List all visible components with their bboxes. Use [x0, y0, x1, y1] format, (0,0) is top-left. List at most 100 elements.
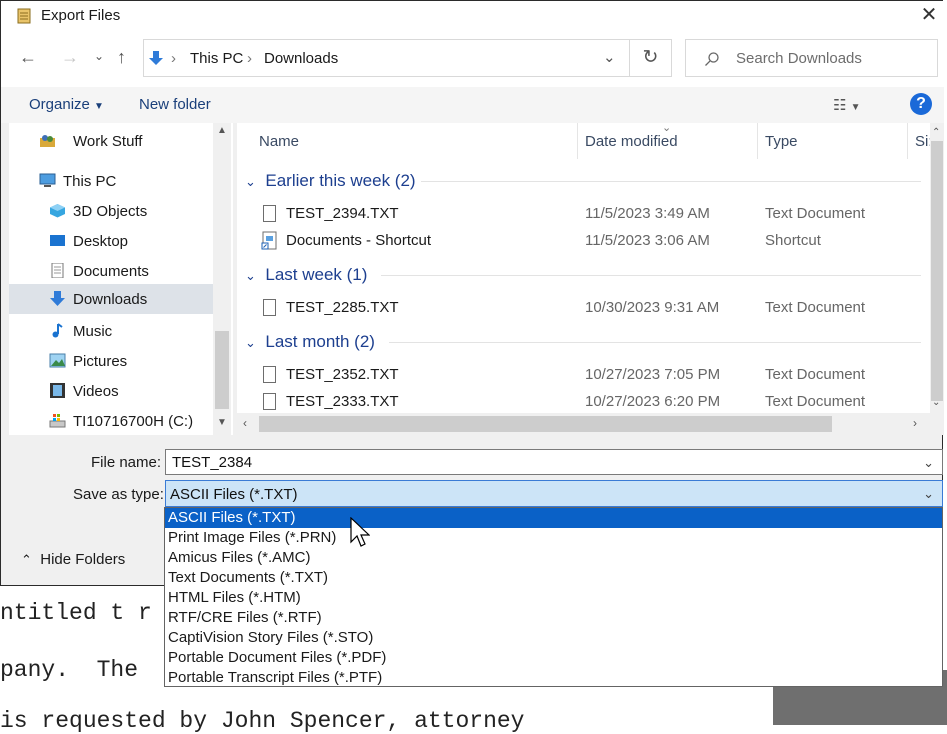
desktop-icon: [50, 235, 65, 246]
help-icon[interactable]: ?: [910, 93, 932, 115]
organize-button[interactable]: Organize ▼: [29, 96, 104, 113]
scroll-up-icon[interactable]: ▲: [217, 125, 227, 136]
file-row[interactable]: TEST_2285.TXT 10/30/2023 9:31 AM Text Do…: [257, 295, 937, 321]
sidebar-item-videos[interactable]: Videos: [9, 377, 219, 405]
file-date: 10/27/2023 7:05 PM: [585, 366, 721, 383]
option-label: CaptiVision Story Files (*.STO): [168, 629, 374, 646]
search-input[interactable]: Search Downloads: [685, 39, 938, 77]
save-as-type-label: Save as type:: [73, 486, 164, 503]
sidebar-item-music[interactable]: Music: [9, 317, 219, 345]
sidebar-item-label: 3D Objects: [73, 203, 148, 220]
option-label: Amicus Files (*.AMC): [168, 549, 311, 566]
file-name-value: TEST_2384: [172, 454, 253, 471]
recent-locations-chevron-icon[interactable]: ⌄: [94, 49, 104, 63]
file-name: TEST_2285.TXT: [286, 299, 399, 316]
dropdown-option[interactable]: Portable Transcript Files (*.PTF): [165, 668, 942, 688]
scroll-down-icon[interactable]: ⌄: [932, 397, 940, 408]
column-header-type[interactable]: Type: [765, 133, 798, 150]
dropdown-option[interactable]: Amicus Files (*.AMC): [165, 548, 942, 568]
dropdown-option[interactable]: RTF/CRE Files (*.RTF): [165, 608, 942, 628]
scroll-left-icon[interactable]: ‹: [243, 416, 247, 430]
dropdown-option[interactable]: Text Documents (*.TXT): [165, 568, 942, 588]
chevron-down-icon: ⌄: [245, 174, 256, 189]
column-separator[interactable]: [577, 123, 578, 159]
refresh-icon[interactable]: ↻: [630, 39, 672, 77]
dropdown-option[interactable]: HTML Files (*.HTM): [165, 588, 942, 608]
close-icon[interactable]: ✕: [917, 3, 941, 27]
file-date: 11/5/2023 3:06 AM: [585, 232, 710, 249]
address-bar[interactable]: › This PC › Downloads ⌄: [143, 39, 630, 77]
up-arrow-icon[interactable]: ↑: [117, 47, 126, 68]
sidebar-item-label: Music: [73, 323, 113, 340]
file-date: 10/30/2023 9:31 AM: [585, 299, 720, 316]
file-row[interactable]: TEST_2394.TXT 11/5/2023 3:49 AM Text Doc…: [257, 201, 937, 227]
mouse-pointer-icon: [350, 517, 370, 547]
shortcut-icon: [261, 231, 277, 250]
dropdown-option[interactable]: ASCII Files (*.TXT): [165, 508, 942, 528]
file-row[interactable]: TEST_2352.TXT 10/27/2023 7:05 PM Text Do…: [257, 362, 937, 388]
view-options-icon[interactable]: ☷ ▼: [833, 96, 861, 114]
hide-folders-button[interactable]: ⌃ Hide Folders: [21, 551, 125, 568]
dropdown-option[interactable]: Print Image Files (*.PRN): [165, 528, 942, 548]
file-name: Documents - Shortcut: [286, 232, 432, 249]
file-list: Name Date modified ⌄ Type Si: ⌄ Earlier …: [237, 123, 944, 435]
breadcrumb-downloads[interactable]: Downloads: [264, 50, 338, 67]
scroll-right-icon[interactable]: ›: [913, 416, 917, 430]
file-date: 10/27/2023 6:20 PM: [585, 393, 721, 410]
dialog-title: Export Files: [41, 7, 121, 24]
address-dropdown-chevron-icon[interactable]: ⌄: [603, 48, 616, 66]
column-separator[interactable]: [907, 123, 908, 159]
sidebar-item-documents[interactable]: Documents: [9, 257, 219, 285]
option-label: ASCII Files (*.TXT): [168, 509, 296, 526]
sort-chevron-icon: ⌄: [662, 123, 672, 134]
chevron-down-icon[interactable]: ⌄: [923, 455, 934, 471]
option-label: RTF/CRE Files (*.RTF): [168, 609, 322, 626]
sidebar-item-desktop[interactable]: Desktop: [9, 227, 219, 255]
horizontal-scroll-thumb[interactable]: [259, 416, 832, 432]
group-header-last-month[interactable]: ⌄ Last month (2): [245, 332, 375, 352]
file-type: Text Document: [765, 205, 866, 222]
sidebar-item-label: TI10716700H (C:): [73, 413, 194, 430]
file-name-label: File name:: [91, 454, 162, 471]
save-as-type-dropdown: ASCII Files (*.TXT) Print Image Files (*…: [164, 507, 943, 687]
sidebar-item-downloads[interactable]: Downloads: [9, 284, 219, 314]
sidebar-item-label: Documents: [73, 263, 149, 280]
breadcrumb-this-pc[interactable]: This PC: [190, 50, 243, 67]
file-type: Text Document: [765, 393, 866, 410]
file-list-scroll-thumb[interactable]: [931, 141, 943, 401]
dropdown-option[interactable]: CaptiVision Story Files (*.STO): [165, 628, 942, 648]
scroll-down-icon[interactable]: ▼: [217, 417, 227, 428]
chevron-down-icon: ▼: [94, 101, 104, 112]
column-header-date-modified[interactable]: Date modified: [585, 133, 678, 150]
search-placeholder: Search Downloads: [736, 50, 862, 67]
option-label: Portable Document Files (*.PDF): [168, 649, 387, 666]
sidebar-item-3d-objects[interactable]: 3D Objects: [9, 197, 219, 225]
column-separator[interactable]: [757, 123, 758, 159]
scroll-up-icon[interactable]: ⌃: [932, 127, 940, 138]
sidebar-item-work-stuff[interactable]: Work Stuff: [9, 127, 219, 155]
file-list-vertical-scrollbar[interactable]: ⌃ ⌄: [930, 123, 944, 413]
file-row[interactable]: TEST_2333.TXT 10/27/2023 6:20 PM Text Do…: [257, 389, 937, 415]
sidebar-item-pictures[interactable]: Pictures: [9, 347, 219, 375]
chevron-down-icon[interactable]: ⌄: [923, 486, 934, 502]
sidebar-item-this-pc[interactable]: This PC: [9, 167, 219, 195]
new-folder-button[interactable]: New folder: [139, 96, 211, 113]
file-row[interactable]: Documents - Shortcut 11/5/2023 3:06 AM S…: [257, 228, 937, 254]
file-name-input[interactable]: TEST_2384 ⌄: [165, 449, 943, 475]
option-label: Print Image Files (*.PRN): [168, 529, 337, 546]
file-name: TEST_2394.TXT: [286, 205, 399, 222]
documents-icon: [51, 263, 64, 278]
group-divider: [389, 342, 921, 343]
dropdown-option[interactable]: Portable Document Files (*.PDF): [165, 648, 942, 668]
save-as-type-select[interactable]: ASCII Files (*.TXT) ⌄: [165, 480, 943, 507]
navigation-scroll-thumb[interactable]: [215, 331, 229, 409]
group-header-last-week[interactable]: ⌄ Last week (1): [245, 265, 367, 285]
organize-label: Organize: [29, 96, 90, 113]
group-header-earlier-this-week[interactable]: ⌄ Earlier this week (2): [245, 171, 416, 191]
sidebar-item-c-drive[interactable]: TI10716700H (C:): [9, 407, 219, 435]
forward-arrow-icon[interactable]: →: [61, 47, 79, 68]
notepad-icon: [17, 8, 31, 24]
sidebar-item-label: Pictures: [73, 353, 128, 370]
back-arrow-icon[interactable]: ←: [19, 47, 37, 68]
column-header-name[interactable]: Name: [259, 133, 299, 150]
